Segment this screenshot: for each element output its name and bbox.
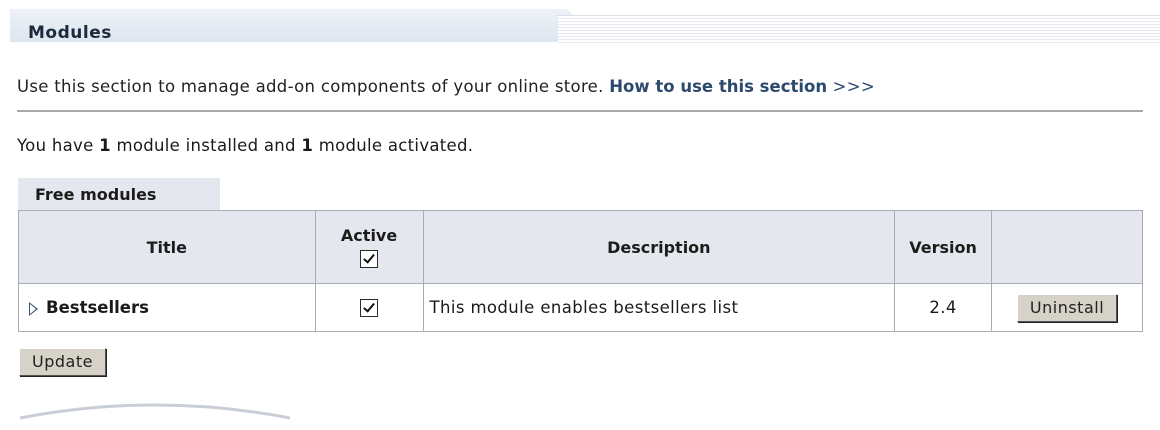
table-header-row: Title Active Description Version (18, 210, 1143, 284)
column-header-description: Description (422, 210, 896, 284)
help-link[interactable]: How to use this section (609, 77, 827, 96)
column-header-actions (991, 210, 1143, 284)
module-active-cell (314, 283, 424, 332)
intro-text: Use this section to manage add-on compon… (17, 77, 875, 96)
status-suffix: module activated. (313, 136, 474, 155)
column-header-title: Title (18, 210, 316, 284)
page-title: Modules (28, 23, 112, 43)
intro-description: Use this section to manage add-on compon… (17, 77, 610, 96)
activated-count: 1 (301, 136, 314, 155)
select-all-active-checkbox[interactable] (360, 249, 379, 268)
module-description: This module enables bestsellers list (422, 283, 896, 332)
footer-decoration (20, 403, 290, 420)
table-row: Bestsellers This module enables bestsell… (18, 283, 1143, 332)
update-button[interactable]: Update (19, 348, 106, 376)
installed-count: 1 (99, 136, 111, 155)
column-header-version: Version (894, 210, 993, 284)
module-status: You have 1 module installed and 1 module… (17, 136, 473, 155)
module-version: 2.4 (894, 283, 993, 332)
help-link-arrows[interactable]: >>> (827, 77, 875, 96)
header-stripes (558, 15, 1160, 43)
column-header-active: Active (314, 210, 424, 284)
modules-table: Title Active Description Version Bestsel… (18, 210, 1143, 332)
module-action-cell: Uninstall (991, 283, 1143, 332)
section-header: Modules (10, 9, 1160, 43)
active-header-label: Active (340, 226, 398, 246)
status-prefix: You have (17, 136, 100, 155)
divider (17, 110, 1143, 112)
module-active-checkbox[interactable] (360, 299, 379, 318)
module-title-cell[interactable]: Bestsellers (18, 283, 316, 332)
status-middle: module installed and (110, 136, 302, 155)
module-title[interactable]: Bestsellers (46, 298, 149, 317)
expand-arrow-icon[interactable] (29, 301, 38, 316)
uninstall-button[interactable]: Uninstall (1016, 293, 1118, 322)
tab-free-modules[interactable]: Free modules (18, 178, 220, 211)
